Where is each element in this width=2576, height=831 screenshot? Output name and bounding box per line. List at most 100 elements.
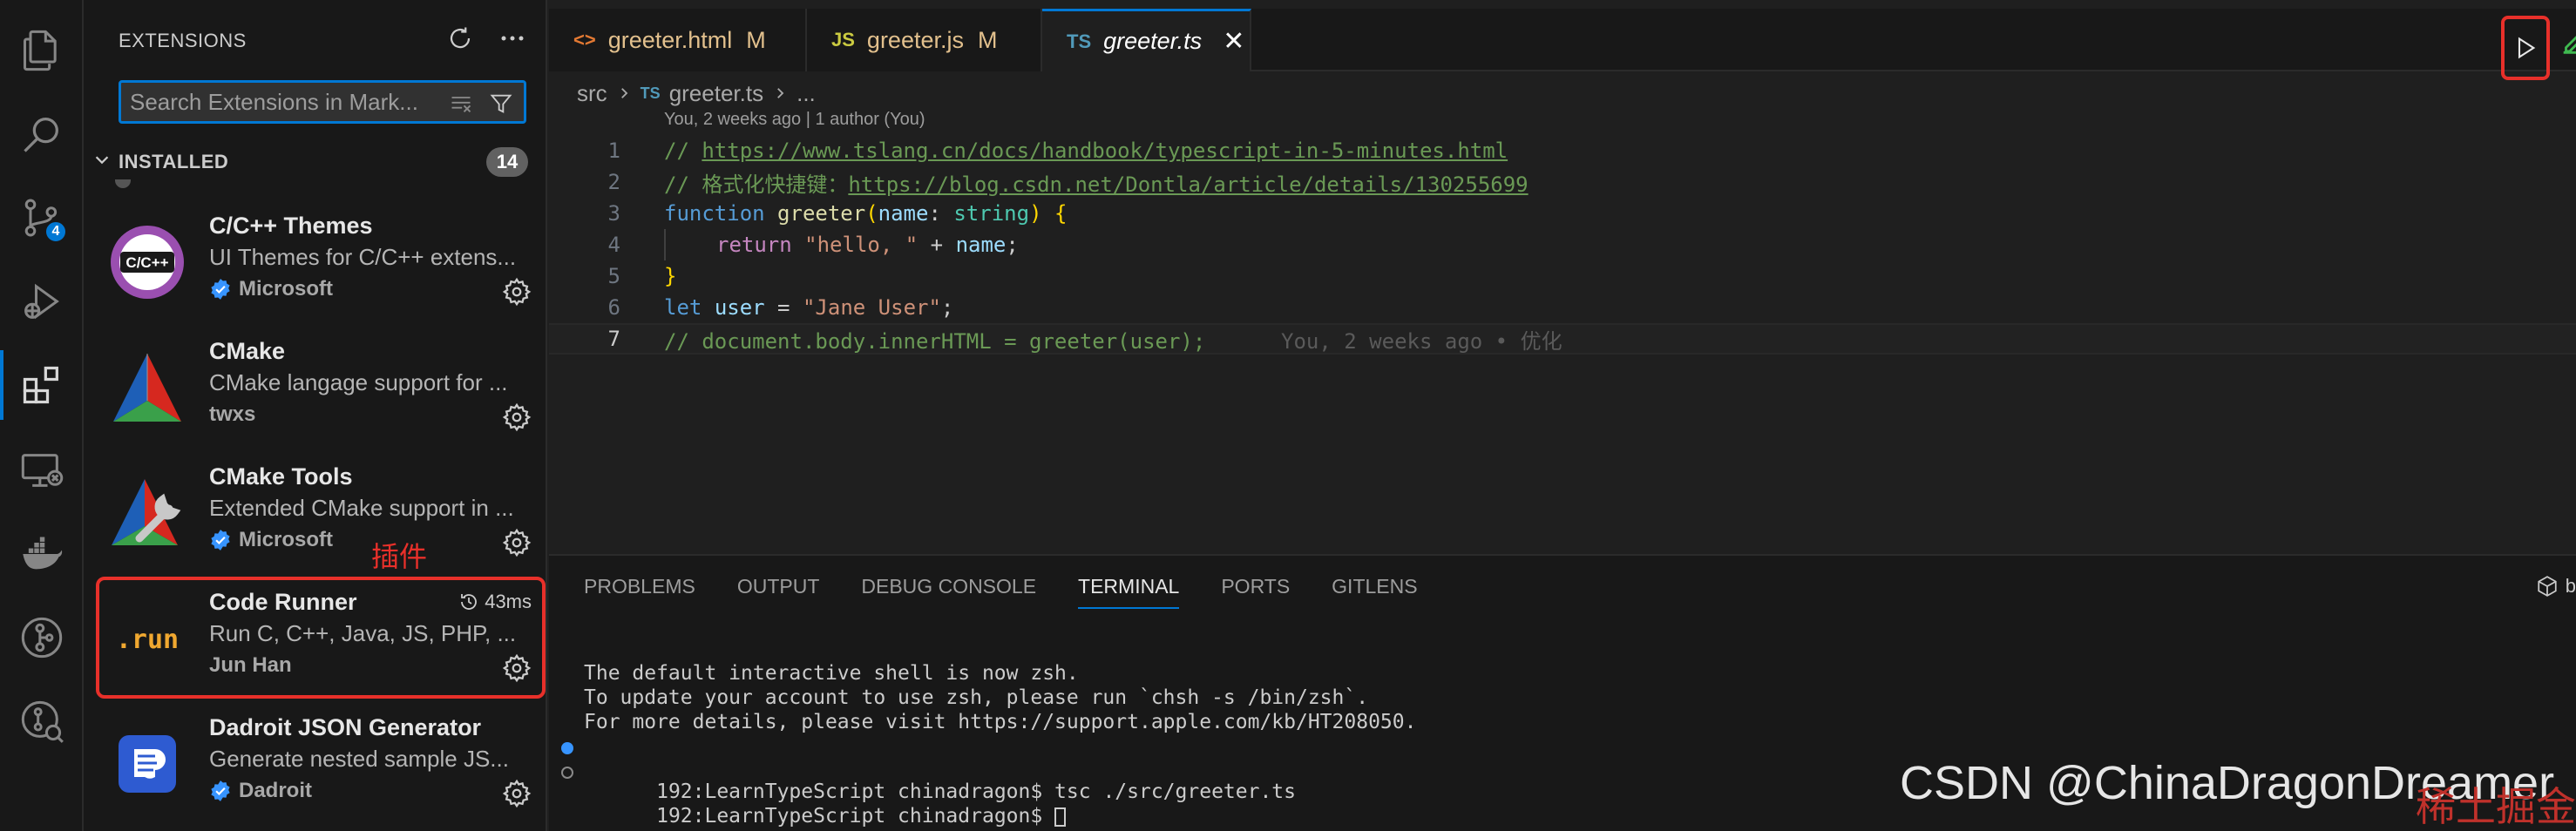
function-name: greeter [777,201,866,226]
ts-file-icon: TS [1067,30,1092,52]
search-icon[interactable] [17,110,66,159]
keyword: function [664,201,765,226]
code-line: 6 let user = "Jane User"; [549,292,2576,323]
blame-codelens[interactable]: You, 2 weeks ago | 1 author (You) [664,110,925,130]
tab-greeter-js[interactable]: JS greeter.js M [807,9,1042,71]
line-number: 2 [607,170,620,194]
code-line: 5 } [549,260,2576,292]
code-line: 2 // 格式化快捷键：https://blog.csdn.net/Dontla… [549,166,2576,198]
comment-link[interactable]: https://www.tslang.cn/docs/handbook/type… [702,138,1508,163]
manage-gear-icon[interactable] [502,779,532,808]
paren: ) [1029,201,1042,226]
extensions-search [119,80,526,124]
run-code-button[interactable] [2501,16,2550,80]
refresh-icon[interactable] [444,23,476,54]
editor-tabs: <> greeter.html M JS greeter.js M TS gre… [549,9,2576,71]
publisher-name: Microsoft [239,528,333,551]
comment-link[interactable]: https://blog.csdn.net/Dontla/article/det… [848,172,1528,197]
terminal-output[interactable]: The default interactive shell is now zsh… [561,662,1417,828]
breadcrumb-file[interactable]: greeter.ts [669,80,763,107]
cmake-icon [113,354,181,422]
brace: { [1041,201,1068,226]
run-debug-icon[interactable] [17,277,66,326]
line-number: 4 [607,233,620,257]
extension-name: CMake Tools [209,463,353,490]
line-number: 3 [607,201,620,226]
chevron-right-icon [620,88,627,98]
code-line: 4 return "hello, " + name; [549,229,2576,260]
cmake-tools-icon [112,479,181,545]
semicolon: ; [1006,233,1019,257]
more-actions-icon[interactable] [497,23,528,54]
colon: : [928,201,954,226]
close-icon[interactable]: ✕ [1223,26,1244,57]
operator: + [918,233,956,257]
docker-icon[interactable] [17,530,66,578]
extension-item-cmake[interactable]: CMake CMake langage support for ... twxs [84,326,547,451]
filter-icon[interactable] [487,90,515,118]
extension-publisher: Microsoft [209,528,333,552]
tab-problems[interactable]: PROBLEMS [584,575,695,609]
code-text: let user = "Jane User"; [664,295,953,320]
code-line: 1 // https://www.tslang.cn/docs/handbook… [549,135,2576,166]
remote-explorer-icon[interactable] [17,446,66,495]
chevron-right-icon [777,88,784,98]
line-number: 7 [607,327,620,351]
tab-label: greeter.js [866,26,964,53]
command-decoration-pending-icon[interactable] [561,767,573,779]
extension-item-cpp-themes[interactable]: C/C++ C/C++ Themes UI Themes for C/C++ e… [84,200,547,326]
breadcrumb-folder[interactable]: src [577,80,607,107]
keyword: return [716,233,792,257]
juejin-watermark: 稀土掘金 [2416,784,2576,829]
terminal-line: To update your account to use zsh, pleas… [584,686,1369,709]
gitlens-inspect-icon[interactable] [17,697,66,746]
verified-publisher-icon [211,780,230,801]
code-text: return "hello, " + name; [716,233,1019,257]
tab-greeter-ts[interactable]: TS greeter.ts ✕ [1042,9,1251,71]
play-icon [2518,37,2536,59]
tab-gitlens[interactable]: GITLENS [1332,575,1417,609]
string: "hello, " [804,233,919,257]
manage-gear-icon[interactable] [502,277,532,307]
verified-publisher-icon [211,530,230,551]
terminal-line: For more details, please visit https://s… [584,711,1417,733]
variable: name [955,233,1007,257]
extension-item-dadroit[interactable]: Dadroit JSON Generator Generate nested s… [84,702,547,828]
source-control-badge: 4 [44,220,68,244]
extensions-search-input[interactable] [130,88,435,116]
tab-terminal[interactable]: TERMINAL [1078,575,1180,609]
inline-blame: You, 2 weeks ago • 优化 [1281,328,1563,354]
explorer-icon[interactable] [17,26,66,75]
brace: } [664,264,677,288]
extension-description: CMake langage support for ... [209,369,508,395]
tab-debug-console[interactable]: DEBUG CONSOLE [861,575,1036,609]
terminal-line-prompt: 192:LearnTypeScript chinadragon$ [561,760,1416,828]
terminal-prompt-text: 192:LearnTypeScript chinadragon$ [656,805,1055,828]
installed-section-header[interactable]: INSTALLED 14 [84,145,547,179]
gitlens-icon[interactable] [17,613,66,662]
tab-modified-indicator: M [977,26,998,53]
activity-bar: 4 [0,0,84,831]
clear-filter-icon[interactable] [447,90,475,118]
extension-item-cmake-tools[interactable]: CMake Tools Extended CMake support in ..… [84,451,547,577]
variable: user [714,295,765,320]
tab-output[interactable]: OUTPUT [737,575,820,609]
open-changes-icon[interactable] [2559,28,2576,57]
code-line: 3 function greeter(name: string) { [549,198,2576,229]
string: "Jane User" [802,295,941,320]
paren: ( [865,201,878,226]
line-number: 1 [607,138,620,163]
extension-name: CMake [209,338,286,364]
ts-file-icon: TS [640,84,661,102]
source-control-icon[interactable]: 4 [17,193,68,244]
terminal-selector[interactable]: b [2536,575,2576,598]
tab-ports[interactable]: PORTS [1221,575,1290,609]
command-decoration-success-icon[interactable] [561,742,573,754]
tab-greeter-html[interactable]: <> greeter.html M [549,9,807,71]
manage-gear-icon[interactable] [502,528,532,557]
installed-label: INSTALLED [119,151,229,172]
manage-gear-icon[interactable] [502,402,532,432]
breadcrumb-more[interactable]: ... [797,80,816,107]
extensions-icon[interactable] [0,350,66,420]
dadroit-icon [119,735,176,793]
